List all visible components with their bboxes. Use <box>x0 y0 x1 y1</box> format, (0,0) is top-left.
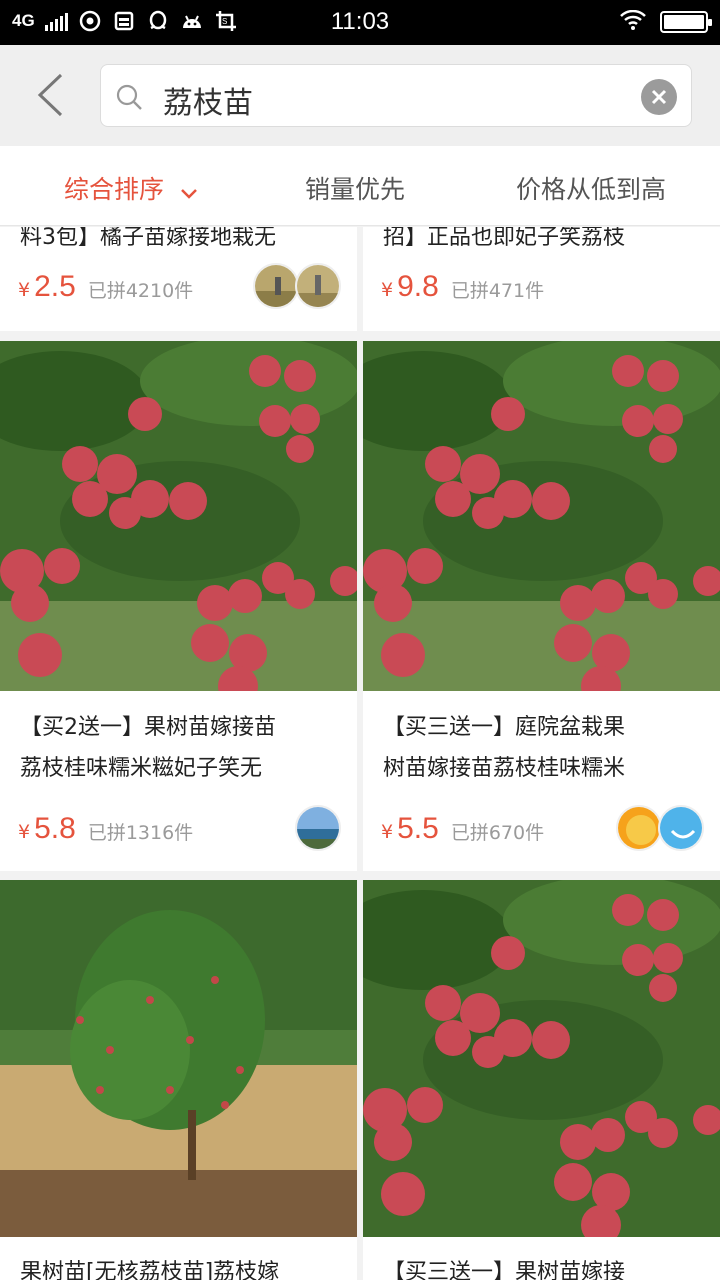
sold-count: 已拼4210件 <box>87 279 194 302</box>
back-button[interactable] <box>22 67 78 123</box>
sold-count: 已拼670件 <box>450 821 545 844</box>
product-image <box>0 341 357 691</box>
status-bar: 4G S 11:03 <box>0 0 720 45</box>
buyer-avatars <box>616 805 704 851</box>
price-row: ¥ 5.5 已拼670件 <box>381 805 704 851</box>
product-image <box>0 880 357 1237</box>
avatar <box>295 805 341 851</box>
chevron-down-icon <box>180 177 198 206</box>
product-card[interactable]: 【买2送一】果树苗嫁接苗 荔枝桂味糯米糍妃子笑无 ¥ 5.8 已拼1316件 <box>0 341 357 871</box>
sort-tabs: 综合排序 销量优先 价格从低到高 <box>0 146 720 226</box>
status-right <box>620 9 712 34</box>
search-query: 荔枝苗 <box>163 86 253 121</box>
price: 9.8 <box>397 270 439 303</box>
screen: 4G S 11:03 荔枝苗 综合排序 销量优先 价格从低到高 料3包】橘子苗嫁… <box>0 0 720 1280</box>
avatar <box>658 805 704 851</box>
product-image <box>363 880 720 1237</box>
avatar <box>295 263 341 309</box>
avatar <box>616 805 662 851</box>
title-line: 【买三送一】庭院盆栽果 <box>383 715 626 740</box>
product-card[interactable]: 果树苗[无核荔枝苗]荔枝嫁 <box>0 880 357 1280</box>
price-row: ¥ 9.8 已拼471件 <box>381 265 704 309</box>
title-line: 树苗嫁接苗荔枝桂味糯米 <box>383 756 626 781</box>
currency-symbol: ¥ <box>381 821 394 843</box>
clear-search-button[interactable] <box>641 79 677 115</box>
product-card[interactable]: 招】正品也即妃子笑荔枝 ¥ 9.8 已拼471件 <box>363 227 720 331</box>
product-card[interactable]: 料3包】橘子苗嫁接地栽无 ¥ 2.5 已拼4210件 <box>0 227 357 331</box>
tab-sales-priority[interactable]: 销量优先 <box>305 170 405 206</box>
chevron-left-icon <box>37 73 63 117</box>
currency-symbol: ¥ <box>18 821 31 843</box>
price: 2.5 <box>34 270 76 303</box>
price: 5.8 <box>34 812 76 845</box>
tab-label: 价格从低到高 <box>516 175 667 204</box>
currency-symbol: ¥ <box>18 279 31 301</box>
product-grid: 料3包】橘子苗嫁接地栽无 ¥ 2.5 已拼4210件 招】正品也即妃子笑荔枝 ¥… <box>0 227 720 1280</box>
product-title: 料3包】橘子苗嫁接地栽无 <box>20 227 276 250</box>
close-icon <box>651 89 667 105</box>
sold-count: 已拼471件 <box>450 279 545 302</box>
product-image <box>363 341 720 691</box>
battery-icon <box>660 11 712 33</box>
buyer-avatars <box>253 263 341 309</box>
price: 5.5 <box>397 812 439 845</box>
product-card[interactable]: 【买三送一】庭院盆栽果 树苗嫁接苗荔枝桂味糯米 ¥ 5.5 已拼670件 <box>363 341 720 871</box>
clock: 11:03 <box>330 8 390 35</box>
product-title: 【买三送一】果树苗嫁接 <box>383 1260 626 1280</box>
tab-label: 销量优先 <box>305 175 406 204</box>
buyer-avatars <box>295 805 341 851</box>
tab-comprehensive-sort[interactable]: 综合排序 <box>64 170 198 206</box>
product-title: 【买2送一】果树苗嫁接苗 荔枝桂味糯米糍妃子笑无 <box>20 707 345 789</box>
sold-count: 已拼1316件 <box>87 821 194 844</box>
product-title: 【买三送一】庭院盆栽果 树苗嫁接苗荔枝桂味糯米 <box>383 707 708 789</box>
price-row: ¥ 2.5 已拼4210件 <box>18 263 341 309</box>
title-line: 荔枝桂味糯米糍妃子笑无 <box>20 756 263 781</box>
product-title: 招】正品也即妃子笑荔枝 <box>383 227 626 250</box>
search-icon <box>115 83 143 115</box>
currency-symbol: ¥ <box>381 279 394 301</box>
tab-label: 综合排序 <box>64 175 165 204</box>
wifi-icon <box>620 9 646 34</box>
avatar <box>253 263 299 309</box>
product-card[interactable]: 【买三送一】果树苗嫁接 <box>363 880 720 1280</box>
tab-price-low-high[interactable]: 价格从低到高 <box>516 170 666 206</box>
title-line: 【买2送一】果树苗嫁接苗 <box>20 715 276 740</box>
product-title: 果树苗[无核荔枝苗]荔枝嫁 <box>20 1260 280 1280</box>
price-row: ¥ 5.8 已拼1316件 <box>18 805 341 851</box>
search-header: 荔枝苗 <box>0 45 720 146</box>
search-input[interactable]: 荔枝苗 <box>100 64 692 127</box>
